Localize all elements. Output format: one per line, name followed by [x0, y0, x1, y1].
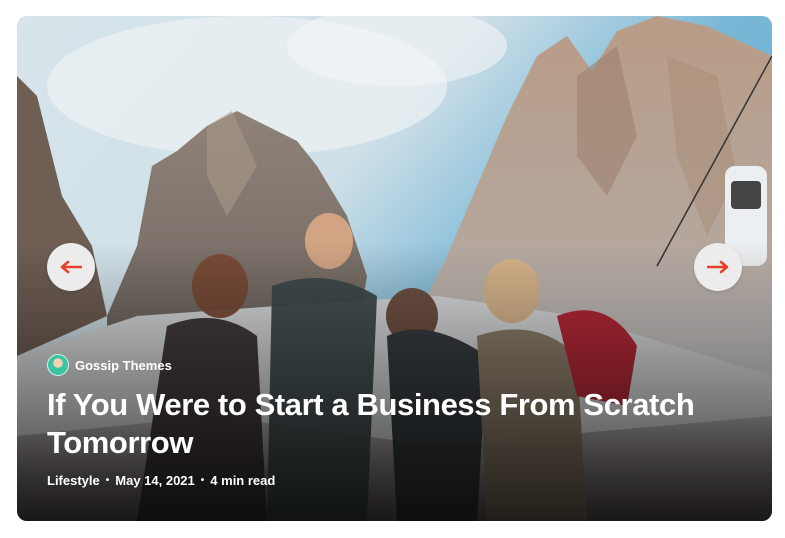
author-meta[interactable]: Gossip Themes [47, 354, 172, 376]
arrow-right-icon [707, 260, 729, 274]
featured-slider-card[interactable]: Gossip Themes If You Were to Start a Bus… [17, 16, 772, 521]
meta-separator: • [105, 475, 110, 486]
post-meta: Lifestyle • May 14, 2021 • 4 min read [47, 473, 275, 488]
author-name[interactable]: Gossip Themes [75, 358, 172, 373]
arrow-left-icon [60, 260, 82, 274]
read-time: 4 min read [210, 473, 276, 488]
post-title[interactable]: If You Were to Start a Business From Scr… [47, 386, 747, 462]
author-avatar[interactable] [47, 354, 69, 376]
previous-slide-button[interactable] [47, 243, 95, 291]
next-slide-button[interactable] [694, 243, 742, 291]
post-date: May 14, 2021 [115, 473, 195, 488]
category-link[interactable]: Lifestyle [47, 473, 100, 488]
meta-separator: • [200, 475, 205, 486]
